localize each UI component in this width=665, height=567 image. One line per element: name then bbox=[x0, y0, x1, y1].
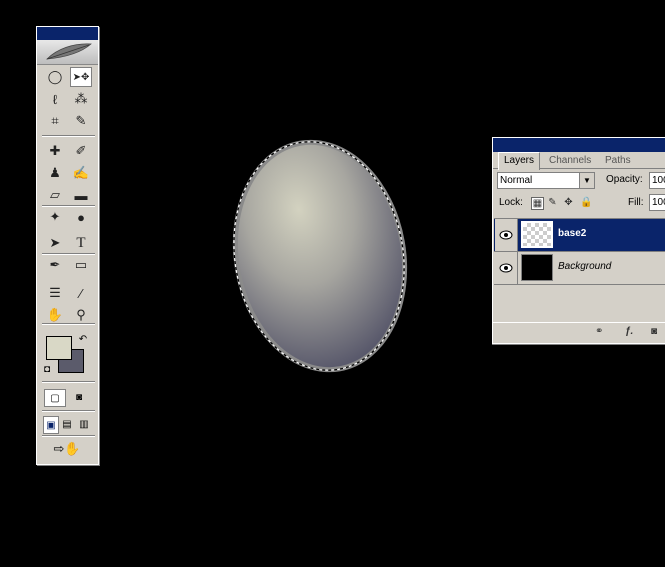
fill-label: Fill: bbox=[628, 197, 644, 208]
default-colors-icon[interactable]: ◘ bbox=[40, 361, 54, 377]
standard-screen-mode-button[interactable]: ▣ bbox=[43, 416, 59, 434]
brush-icon[interactable]: ✐ bbox=[70, 141, 92, 161]
tab-channels[interactable]: Channels bbox=[544, 153, 596, 168]
layer-row-background[interactable]: Background bbox=[494, 252, 665, 285]
elliptical-marquee-icon[interactable]: ◯ bbox=[44, 67, 66, 87]
type-tool-icon[interactable]: T bbox=[70, 233, 92, 253]
toolbox-titlebar[interactable] bbox=[37, 27, 98, 40]
visibility-eye-icon[interactable] bbox=[495, 219, 518, 251]
fill-field[interactable]: 100 bbox=[649, 194, 665, 211]
history-brush-icon[interactable]: ✍ bbox=[70, 163, 92, 183]
lock-image-pixels-icon[interactable]: ✎ bbox=[547, 197, 558, 208]
jump-to-imageready-button[interactable]: ⇨✋ bbox=[45, 441, 89, 457]
dodge-icon[interactable]: ● bbox=[70, 207, 92, 227]
full-screen-menu-mode-button[interactable]: ▤ bbox=[60, 416, 74, 432]
visibility-eye-icon[interactable] bbox=[495, 252, 518, 284]
layer-name: base2 bbox=[558, 228, 587, 239]
full-screen-mode-button[interactable]: ▥ bbox=[77, 416, 91, 432]
chevron-down-icon[interactable]: ▼ bbox=[579, 173, 594, 188]
notes-icon[interactable]: ☰ bbox=[44, 283, 66, 303]
tab-paths[interactable]: Paths bbox=[600, 153, 636, 168]
link-layers-icon[interactable]: ⚭ bbox=[595, 326, 603, 337]
foreground-color-swatch[interactable] bbox=[46, 336, 72, 360]
opacity-label: Opacity: bbox=[606, 174, 643, 185]
lasso-icon[interactable]: ℓ bbox=[44, 89, 66, 109]
move-tool-icon[interactable]: ➤✥ bbox=[70, 67, 92, 87]
swap-colors-icon[interactable]: ↶ bbox=[73, 331, 93, 347]
blur-icon[interactable]: ✦ bbox=[44, 207, 66, 227]
canvas-artwork bbox=[232, 139, 408, 373]
layer-thumbnail bbox=[521, 221, 553, 248]
standard-mode-button[interactable]: ▢ bbox=[44, 389, 66, 407]
slice-icon[interactable]: ✎ bbox=[70, 111, 92, 131]
crop-icon[interactable]: ⌗ bbox=[44, 111, 66, 131]
shape-tool-icon[interactable]: ▭ bbox=[70, 255, 92, 275]
layer-row-base2[interactable]: base2 bbox=[494, 219, 665, 252]
layer-list: base2 Background bbox=[494, 218, 665, 317]
toolbox-palette: ◯ ➤✥ ℓ ⁂ ⌗ ✎ ✚ ✐ ♟ ✍ ▱ ▬ ✦ ● ➤ T ✒ ▭ ☰ ⁄ ✋ ⚲ ↶ ◘ ▢ ◙ ▣ ▤ ▥ ⇨✋ bbox=[36, 26, 99, 465]
document-canvas[interactable] bbox=[100, 0, 492, 564]
pen-tool-icon[interactable]: ✒ bbox=[44, 255, 66, 275]
gradient-icon[interactable]: ▬ bbox=[70, 185, 92, 205]
layers-palette: Layers Channels Paths Normal ▼ Opacity: … bbox=[492, 137, 665, 344]
lock-transparent-pixels-icon[interactable]: ▦ bbox=[531, 197, 544, 210]
quick-mask-mode-button[interactable]: ◙ bbox=[69, 389, 89, 405]
zoom-tool-icon[interactable]: ⚲ bbox=[70, 305, 92, 325]
clone-stamp-icon[interactable]: ♟ bbox=[44, 163, 66, 183]
layers-titlebar[interactable] bbox=[493, 138, 665, 152]
lock-position-icon[interactable]: ✥ bbox=[563, 197, 574, 208]
blend-mode-select[interactable]: Normal ▼ bbox=[497, 172, 595, 189]
layer-style-icon[interactable]: ƒ. bbox=[625, 326, 633, 337]
magic-wand-icon[interactable]: ⁂ bbox=[70, 89, 92, 109]
layers-bottom-toolbar: ⚭ ƒ. ◙ bbox=[493, 322, 665, 343]
healing-brush-icon[interactable]: ✚ bbox=[44, 141, 66, 161]
layer-name: Background bbox=[558, 261, 612, 272]
photoshop-feather-logo[interactable] bbox=[37, 40, 98, 65]
blend-mode-value: Normal bbox=[500, 175, 533, 186]
palette-tabs: Layers Channels Paths bbox=[493, 152, 665, 170]
tab-layers[interactable]: Layers bbox=[498, 152, 541, 170]
add-mask-icon[interactable]: ◙ bbox=[651, 326, 657, 337]
opacity-field[interactable]: 100 bbox=[649, 172, 665, 189]
path-selection-icon[interactable]: ➤ bbox=[44, 233, 66, 253]
eraser-icon[interactable]: ▱ bbox=[44, 185, 66, 205]
layer-thumbnail bbox=[521, 254, 553, 281]
hand-tool-icon[interactable]: ✋ bbox=[44, 305, 66, 325]
lock-all-icon[interactable]: 🔒 bbox=[580, 197, 592, 208]
lock-label: Lock: bbox=[499, 197, 523, 208]
egg-shape bbox=[237, 144, 403, 368]
eyedropper-icon[interactable]: ⁄ bbox=[70, 283, 92, 303]
